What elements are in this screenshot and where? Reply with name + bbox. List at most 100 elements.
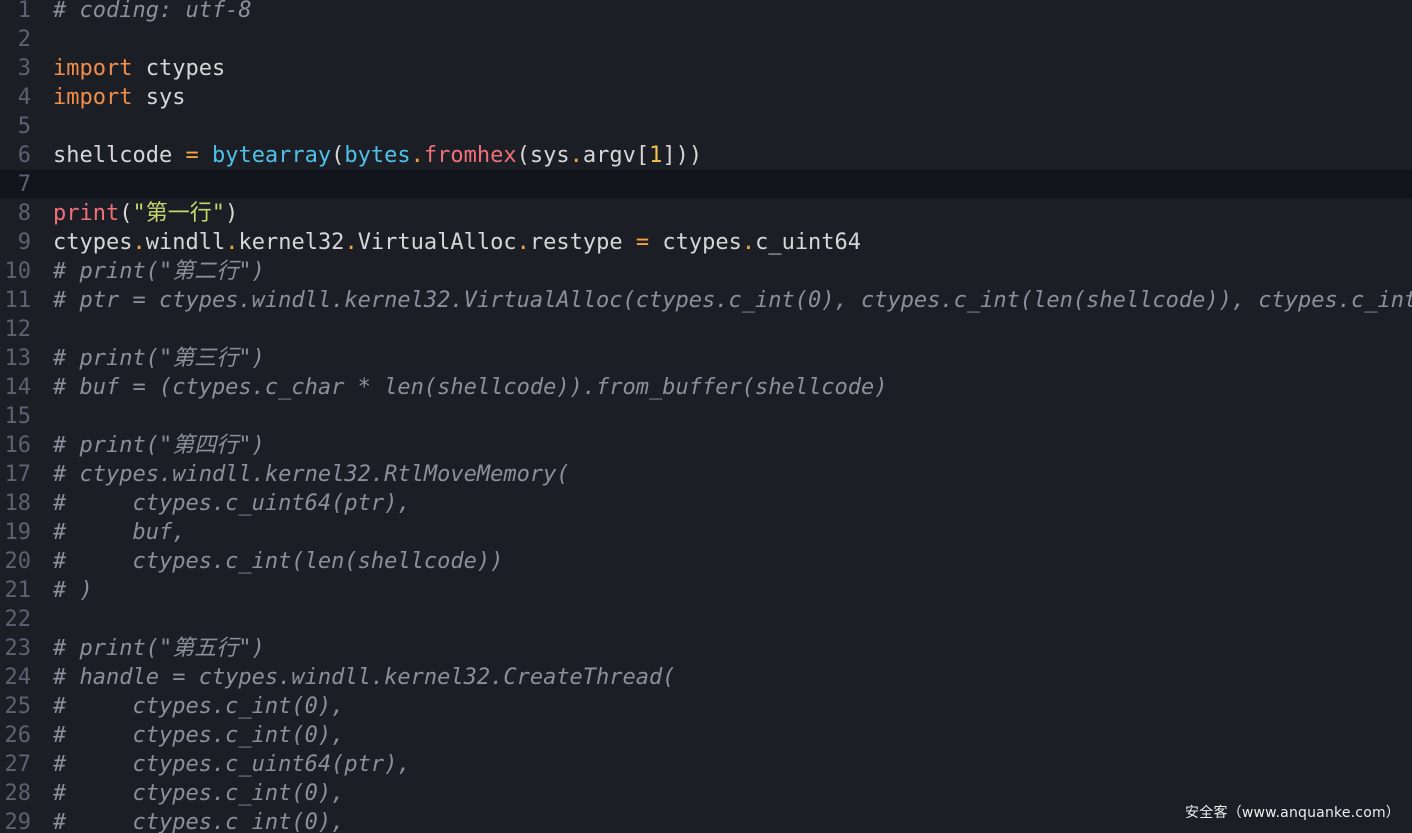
code-line[interactable]: 23 # print("第五行") (0, 634, 1412, 663)
line-text: # ctypes.c_uint64(ptr), (53, 489, 411, 518)
line-text: # ctypes.windll.kernel32.RtlMoveMemory( (53, 460, 570, 489)
code-token: windll (145, 230, 226, 255)
code-token: # ctypes.c_int(len(shellcode)) (53, 549, 504, 574)
code-line[interactable]: 7 (0, 170, 1412, 199)
code-token: # print("第五行") (53, 636, 265, 661)
code-token: # print("第三行") (53, 346, 265, 371)
line-text: # ctypes.c_uint64(ptr), (53, 750, 411, 779)
code-line[interactable]: 9 ctypes.windll.kernel32.VirtualAlloc.res… (0, 228, 1412, 257)
line-number: 29 (4, 810, 32, 833)
line-number: 8 (17, 201, 31, 226)
code-token: # ctypes.c_uint64(ptr), (53, 752, 411, 777)
code-line[interactable]: 16 # print("第四行") (0, 431, 1412, 460)
code-token: # ) (53, 578, 93, 603)
code-token: import (53, 56, 133, 81)
line-number: 5 (17, 114, 31, 139)
code-line[interactable]: 24 # handle = ctypes.windll.kernel32.Crea… (0, 663, 1412, 692)
code-line[interactable]: 8 print("第一行") (0, 199, 1412, 228)
code-token: ])) (662, 143, 703, 168)
code-token: fromhex (423, 143, 517, 168)
code-token: ) (224, 201, 239, 226)
code-line[interactable]: 3 import ctypes (0, 54, 1412, 83)
code-token: bytes (344, 143, 411, 168)
code-token: . (569, 143, 583, 168)
code-token: c_uint64 (755, 230, 862, 255)
line-number: 22 (4, 607, 32, 632)
code-line[interactable]: 20 # ctypes.c_int(len(shellcode)) (0, 547, 1412, 576)
line-number: 12 (4, 317, 32, 342)
line-text: # ctypes.c_int(0), (53, 779, 344, 808)
line-number: 28 (4, 781, 32, 806)
line-number: 6 (17, 143, 31, 168)
code-line[interactable]: 10 # print("第二行") (0, 257, 1412, 286)
code-token: # buf, (53, 520, 186, 545)
code-area[interactable]: 1 # coding: utf-8 2 3 import ctypes 4 import s… (0, 0, 1412, 833)
code-editor[interactable]: 1 # coding: utf-8 2 3 import ctypes 4 import s… (0, 0, 1412, 833)
line-text: # ctypes.c_int(0), (53, 692, 344, 721)
code-line[interactable]: 6 shellcode = bytearray(bytes.fromhex(sys… (0, 141, 1412, 170)
code-token: # print("第二行") (53, 259, 265, 284)
line-number: 15 (4, 404, 32, 429)
code-token: # ctypes.c_int(0), (53, 723, 345, 748)
line-text: print("第一行") (53, 199, 238, 228)
code-line[interactable]: 26 # ctypes.c_int(0), (0, 721, 1412, 750)
code-line[interactable]: 1 # coding: utf-8 (0, 0, 1412, 25)
code-token: # ctypes.c_int(0), (53, 694, 345, 719)
code-line[interactable]: 27 # ctypes.c_uint64(ptr), (0, 750, 1412, 779)
line-number: 26 (4, 723, 32, 748)
code-line[interactable]: 13 # print("第三行") (0, 344, 1412, 373)
code-token: ( (331, 143, 345, 168)
line-text: # print("第二行") (53, 257, 265, 286)
code-token: print (53, 201, 120, 226)
line-text: # ) (53, 576, 93, 605)
code-line[interactable]: 14 # buf = (ctypes.c_char * len(shellcode… (0, 373, 1412, 402)
code-line[interactable]: 17 # ctypes.windll.kernel32.RtlMoveMemory… (0, 460, 1412, 489)
code-token: bytearray (211, 143, 332, 168)
code-token: ( (119, 201, 133, 226)
code-line[interactable]: 18 # ctypes.c_uint64(ptr), (0, 489, 1412, 518)
code-token: # buf = (ctypes.c_char * len(shellcode))… (53, 375, 888, 400)
code-line[interactable]: 15 (0, 402, 1412, 431)
code-line[interactable]: 22 (0, 605, 1412, 634)
line-text: # handle = ctypes.windll.kernel32.Create… (53, 663, 676, 692)
line-number: 4 (17, 85, 31, 110)
line-number: 1 (17, 0, 31, 23)
code-token: # ctypes.c_uint64(ptr), (53, 491, 411, 516)
line-text: import ctypes (53, 54, 225, 83)
code-line[interactable]: 11 # ptr = ctypes.windll.kernel32.Virtual… (0, 286, 1412, 315)
code-token: ctypes (53, 230, 133, 255)
line-number: 7 (17, 172, 31, 197)
code-line[interactable]: 5 (0, 112, 1412, 141)
line-number: 18 (4, 491, 32, 516)
line-number: 14 (4, 375, 32, 400)
line-text: # ptr = ctypes.windll.kernel32.VirtualAl… (53, 286, 1412, 315)
line-number: 16 (4, 433, 32, 458)
code-token: . (132, 230, 146, 255)
code-token: = (635, 230, 650, 255)
code-line[interactable]: 21 # ) (0, 576, 1412, 605)
line-text: import sys (53, 83, 185, 112)
code-token: argv[ (582, 143, 650, 168)
line-number: 21 (4, 578, 32, 603)
code-line[interactable]: 25 # ctypes.c_int(0), (0, 692, 1412, 721)
code-line[interactable]: 19 # buf, (0, 518, 1412, 547)
code-token: kernel32 (238, 230, 345, 255)
code-line[interactable]: 12 (0, 315, 1412, 344)
code-token: = (185, 143, 199, 168)
code-token: VirtualAlloc (357, 230, 517, 255)
line-number: 19 (4, 520, 32, 545)
code-token: # ctypes.c_int(0), (53, 781, 345, 806)
line-text: # coding: utf-8 (53, 0, 252, 25)
line-number: 10 (4, 259, 32, 284)
code-token: 1 (649, 143, 663, 168)
line-text: # ctypes.c_int(0), (53, 721, 344, 750)
code-token: # coding: utf-8 (53, 0, 252, 23)
code-token: # ctypes.windll.kernel32.RtlMoveMemory( (53, 462, 570, 487)
code-token: . (741, 230, 756, 255)
line-number: 13 (4, 346, 32, 371)
line-number: 17 (4, 462, 32, 487)
code-line[interactable]: 2 (0, 25, 1412, 54)
code-line[interactable]: 4 import sys (0, 83, 1412, 112)
code-token: # ptr = ctypes.windll.kernel32.VirtualAl… (53, 288, 1412, 313)
